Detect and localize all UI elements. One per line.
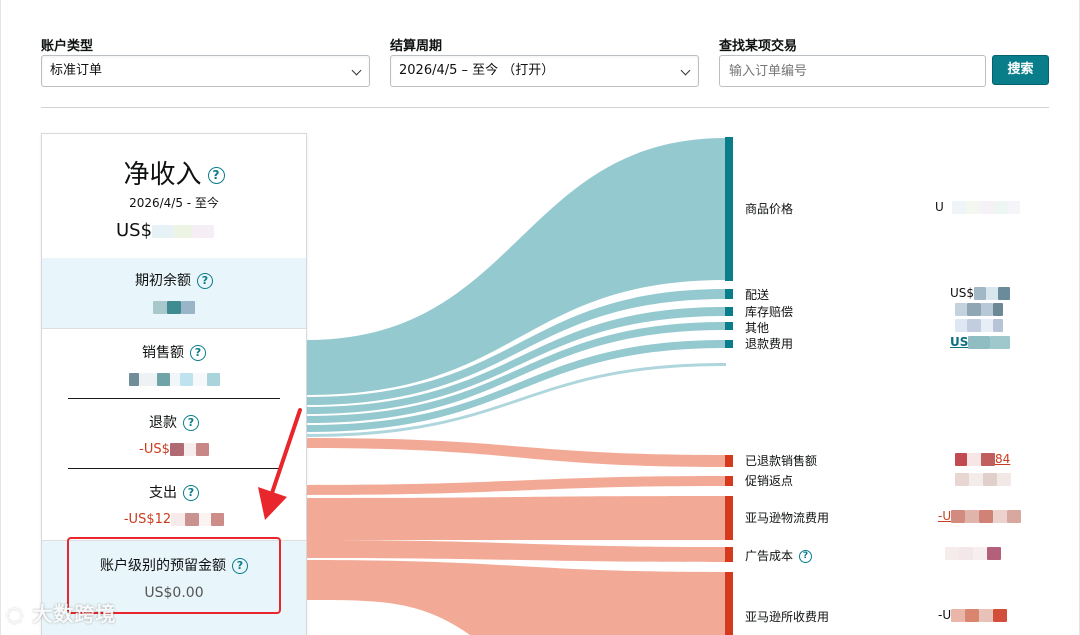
income-value-inventory-reimbursement bbox=[955, 302, 1003, 316]
income-label-other: 其他 bbox=[745, 321, 770, 335]
watermark-text: 大数跨境 bbox=[32, 602, 117, 626]
expense-value-ad-cost bbox=[945, 546, 1001, 560]
income-value-product-price: U bbox=[935, 200, 1020, 214]
bar-ad-cost bbox=[725, 547, 733, 562]
expense-label-amazon-fees: 亚马逊所收费用 bbox=[745, 610, 830, 624]
bar-amazon-fees bbox=[725, 572, 733, 635]
income-label-refund-fees: 退款费用 bbox=[745, 337, 794, 351]
value-prefix: US$ bbox=[950, 286, 975, 300]
flow-refunded-sales bbox=[307, 438, 726, 467]
income-label-inventory-reimbursement: 库存赔偿 bbox=[745, 305, 794, 319]
bar-refunded-sales bbox=[725, 455, 733, 467]
expense-flows bbox=[307, 438, 726, 635]
bar-fba-fees bbox=[725, 496, 733, 540]
node-bars bbox=[725, 137, 733, 635]
watermark-icon: ◌ bbox=[6, 602, 25, 626]
expense-value-promo-rebates bbox=[955, 472, 1011, 486]
income-label-shipping: 配送 bbox=[745, 288, 770, 302]
expense-label-fba-fees: 亚马逊物流费用 bbox=[745, 511, 830, 525]
expense-label-promo-rebates: 促销返点 bbox=[745, 474, 794, 488]
bar-promo-rebates bbox=[725, 476, 733, 486]
flow-amazon-fees bbox=[307, 560, 726, 635]
expense-value-amazon-fees: -U bbox=[938, 608, 1008, 622]
value-prefix: -U bbox=[938, 608, 952, 622]
expense-label-refunded-sales: 已退款销售额 bbox=[745, 454, 818, 468]
bar-other bbox=[725, 322, 733, 330]
value-prefix: -U bbox=[938, 509, 952, 523]
flow-product-price bbox=[307, 138, 726, 395]
help-icon[interactable]: ? bbox=[799, 550, 813, 563]
bar-inventory-reimbursement bbox=[725, 307, 733, 316]
watermark: ◌ 大数跨境 bbox=[6, 598, 116, 627]
expense-label-ad-cost: 广告成本? bbox=[745, 547, 813, 564]
income-label-product-price: 商品价格 bbox=[745, 202, 794, 216]
income-value-other bbox=[955, 318, 1003, 332]
bar-shipping bbox=[725, 289, 733, 299]
income-flows bbox=[307, 138, 726, 437]
income-value-shipping: US$ bbox=[950, 286, 1011, 300]
value-prefix: U bbox=[935, 200, 944, 214]
flow-promo-rebates bbox=[307, 476, 726, 495]
ad-cost-label-text: 广告成本 bbox=[745, 549, 794, 563]
expense-value-refunded-sales[interactable]: 84 bbox=[955, 452, 1010, 466]
flow-ad-cost bbox=[307, 540, 726, 562]
bar-product-price bbox=[725, 137, 733, 281]
value-suffix: 84 bbox=[995, 452, 1011, 466]
expense-value-fba-fees[interactable]: -U bbox=[938, 509, 1022, 523]
flow-fba-fees bbox=[307, 496, 726, 540]
income-value-refund-fees[interactable]: US bbox=[950, 335, 1011, 349]
value-prefix: US bbox=[950, 335, 969, 349]
bar-refund-fees bbox=[725, 340, 733, 348]
